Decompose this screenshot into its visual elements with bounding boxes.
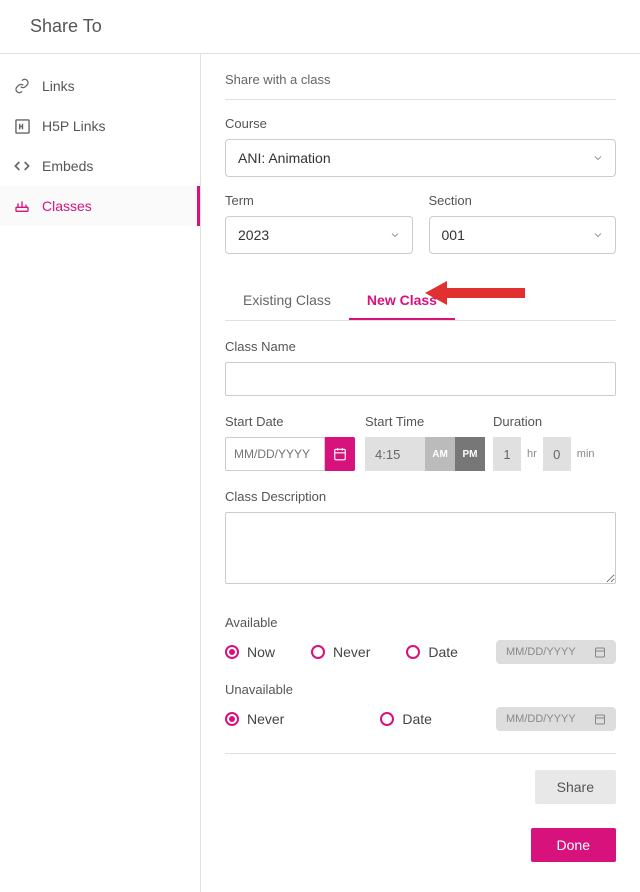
radio-icon bbox=[406, 645, 420, 659]
calendar-icon bbox=[333, 447, 347, 461]
calendar-button[interactable] bbox=[325, 437, 355, 471]
tab-new-class[interactable]: New Class bbox=[349, 282, 455, 320]
duration-min-input[interactable] bbox=[543, 437, 571, 471]
code-icon bbox=[14, 158, 30, 174]
calendar-icon bbox=[594, 713, 606, 725]
sidebar-item-h5p-links[interactable]: H5P Links bbox=[0, 106, 200, 146]
available-date-picker[interactable]: MM/DD/YYYY bbox=[496, 640, 616, 664]
hr-label: hr bbox=[521, 437, 543, 471]
class-name-label: Class Name bbox=[225, 339, 616, 354]
page-title: Share To bbox=[0, 0, 640, 53]
radio-icon bbox=[225, 712, 239, 726]
available-label: Available bbox=[225, 615, 616, 630]
start-date-label: Start Date bbox=[225, 414, 357, 429]
radio-icon bbox=[311, 645, 325, 659]
radio-label: Never bbox=[333, 644, 370, 660]
unavailable-never-radio[interactable]: Never bbox=[225, 711, 284, 727]
sidebar-item-links[interactable]: Links bbox=[0, 66, 200, 106]
radio-label: Date bbox=[428, 644, 458, 660]
course-label: Course bbox=[225, 116, 616, 131]
unavailable-date-picker[interactable]: MM/DD/YYYY bbox=[496, 707, 616, 731]
available-never-radio[interactable]: Never bbox=[311, 644, 370, 660]
unavailable-date-radio[interactable]: Date bbox=[380, 711, 432, 727]
sidebar-item-label: Links bbox=[42, 78, 75, 94]
available-date-radio[interactable]: Date bbox=[406, 644, 458, 660]
calendar-icon bbox=[594, 646, 606, 658]
share-button[interactable]: Share bbox=[535, 770, 616, 804]
sidebar-item-label: H5P Links bbox=[42, 118, 106, 134]
course-select[interactable]: ANI: Animation bbox=[225, 139, 616, 177]
class-name-input[interactable] bbox=[225, 362, 616, 396]
main-panel: Share with a class Course ANI: Animation… bbox=[200, 54, 640, 892]
min-label: min bbox=[571, 437, 601, 471]
duration-label: Duration bbox=[493, 414, 601, 429]
radio-icon bbox=[225, 645, 239, 659]
radio-label: Never bbox=[247, 711, 284, 727]
start-time-input[interactable] bbox=[365, 437, 425, 471]
class-description-input[interactable] bbox=[225, 512, 616, 584]
class-description-label: Class Description bbox=[225, 489, 616, 504]
link-icon bbox=[14, 78, 30, 94]
section-label: Section bbox=[429, 193, 617, 208]
sidebar-item-embeds[interactable]: Embeds bbox=[0, 146, 200, 186]
sidebar: Links H5P Links Embeds Classes bbox=[0, 54, 200, 892]
class-tabs: Existing Class New Class bbox=[225, 282, 616, 321]
am-button[interactable]: AM bbox=[425, 437, 455, 471]
pm-button[interactable]: PM bbox=[455, 437, 485, 471]
tab-existing-class[interactable]: Existing Class bbox=[225, 282, 349, 320]
start-date-input[interactable] bbox=[225, 437, 325, 471]
duration-hr-input[interactable] bbox=[493, 437, 521, 471]
available-now-radio[interactable]: Now bbox=[225, 644, 275, 660]
classes-icon bbox=[14, 198, 30, 214]
sidebar-item-label: Embeds bbox=[42, 158, 93, 174]
done-button[interactable]: Done bbox=[531, 828, 616, 862]
date-placeholder: MM/DD/YYYY bbox=[506, 646, 576, 658]
date-placeholder: MM/DD/YYYY bbox=[506, 713, 576, 725]
start-time-label: Start Time bbox=[365, 414, 485, 429]
divider bbox=[225, 753, 616, 754]
h5p-icon bbox=[14, 118, 30, 134]
sidebar-item-label: Classes bbox=[42, 198, 92, 214]
sidebar-item-classes[interactable]: Classes bbox=[0, 186, 200, 226]
term-select[interactable]: 2023 bbox=[225, 216, 413, 254]
section-select[interactable]: 001 bbox=[429, 216, 617, 254]
radio-label: Date bbox=[402, 711, 432, 727]
unavailable-label: Unavailable bbox=[225, 682, 616, 697]
section-title: Share with a class bbox=[225, 72, 616, 100]
radio-icon bbox=[380, 712, 394, 726]
radio-label: Now bbox=[247, 644, 275, 660]
term-label: Term bbox=[225, 193, 413, 208]
